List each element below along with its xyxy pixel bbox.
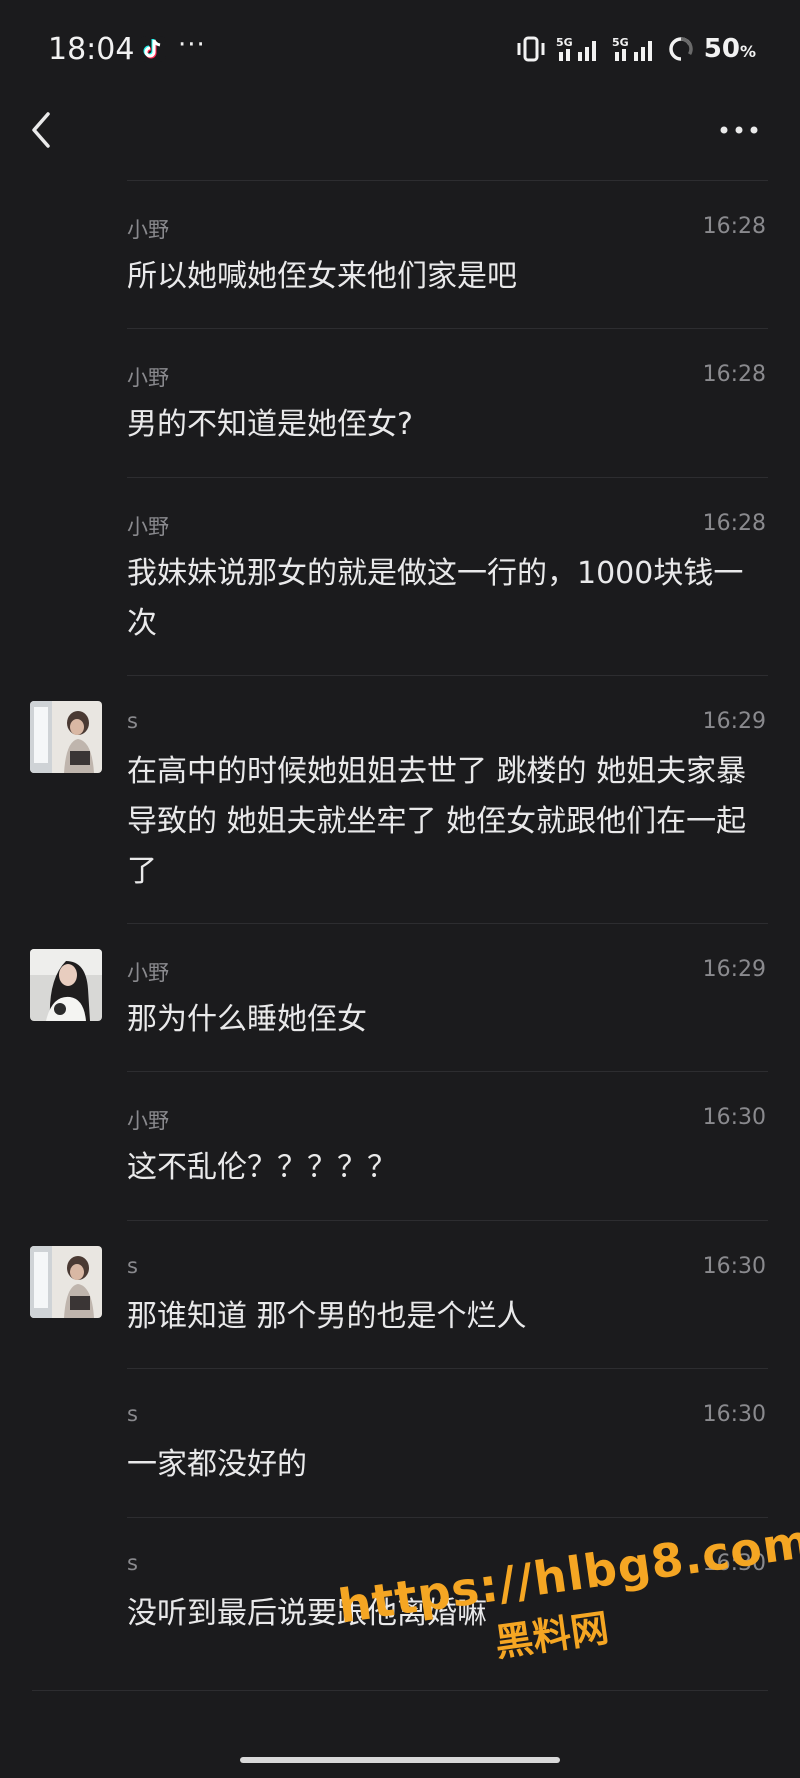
message-text: 我妹妹说那女的就是做这一行的，1000块钱一次 [127, 556, 744, 641]
signal-5g-icon: 5G [556, 36, 596, 61]
message-time: 16:30 [702, 1402, 766, 1427]
sender-name: 小野 [127, 1109, 169, 1133]
divider [127, 1220, 768, 1221]
message-time: 16:29 [702, 957, 766, 982]
message-text: 在高中的时候她姐姐去世了 跳楼的 她姐夫家暴导致的 她姐夫就坐牢了 她侄女就跟他… [127, 754, 747, 889]
status-bar: 18:04 ··· 5G 5G 50% [0, 0, 800, 100]
tiktok-icon [140, 36, 166, 62]
avatar[interactable] [30, 949, 102, 1021]
divider [127, 1368, 768, 1369]
signal-5g-icon: 5G [612, 36, 652, 61]
message-text: 那谁知道 那个男的也是个烂人 [127, 1299, 527, 1334]
battery-ring-icon [669, 37, 693, 61]
avatar-photo-s [30, 701, 102, 773]
more-notifications-icon: ··· [178, 30, 206, 60]
sender-name: 小野 [127, 515, 169, 539]
message-time: 16:28 [702, 214, 766, 239]
sender-name: 小野 [127, 366, 169, 390]
message-time: 16:28 [702, 362, 766, 387]
watermark: https://hlbg8.com 黑料网 [335, 1514, 800, 1699]
avatar-photo-s [30, 1246, 102, 1318]
message-time: 16:30 [702, 1254, 766, 1279]
divider [127, 923, 768, 924]
svg-text:5G: 5G [556, 36, 573, 49]
home-indicator[interactable] [240, 1757, 560, 1763]
divider [127, 180, 768, 181]
back-button[interactable] [24, 108, 64, 152]
sender-name: s [127, 1551, 138, 1575]
message-text: 那为什么睡她侄女 [127, 1002, 367, 1037]
sender-name: s [127, 1402, 138, 1426]
message-time: 16:30 [702, 1105, 766, 1130]
message-text: 这不乱伦？？？？？ [127, 1150, 397, 1185]
battery-level: 50% [703, 34, 756, 64]
message-text: 男的不知道是她侄女? [127, 407, 413, 442]
divider [127, 477, 768, 478]
avatar[interactable] [30, 701, 102, 773]
divider [127, 1517, 768, 1518]
sender-name: s [127, 709, 138, 733]
sender-name: 小野 [127, 961, 169, 985]
svg-text:5G: 5G [612, 36, 629, 49]
status-indicators: 5G 5G 50% [516, 34, 756, 64]
chat-screen: 18:04 ··· 5G 5G 50% 小野 16:28 所以她喊她侄女来他们家… [0, 0, 800, 1778]
divider [127, 328, 768, 329]
avatar-photo-xiaoye [30, 949, 102, 1021]
vibrate-icon [517, 36, 545, 62]
status-time: 18:04 [48, 32, 135, 67]
avatar[interactable] [30, 1246, 102, 1318]
divider [127, 675, 768, 676]
sender-name: 小野 [127, 218, 169, 242]
more-button[interactable] [718, 114, 760, 146]
message-time: 16:29 [702, 709, 766, 734]
message-text: 所以她喊她侄女来他们家是吧 [127, 259, 517, 294]
divider [127, 1071, 768, 1072]
message-time: 16:28 [702, 511, 766, 536]
sender-name: s [127, 1254, 138, 1278]
message-text: 一家都没好的 [127, 1447, 307, 1482]
